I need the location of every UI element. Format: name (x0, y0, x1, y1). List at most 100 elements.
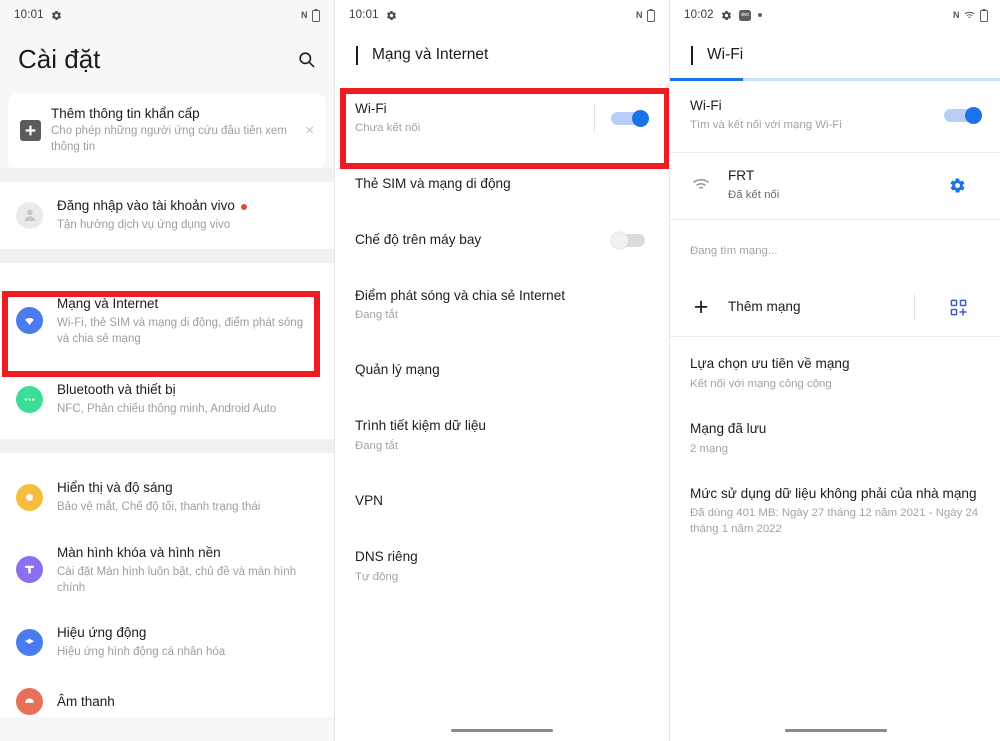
back-chevron-icon[interactable] (353, 46, 358, 65)
network-item-manage[interactable]: Quản lý mạng (335, 341, 669, 399)
network-item-manage-label: Quản lý mạng (355, 362, 440, 378)
network-item-sim[interactable]: Thẻ SIM và mạng di động (335, 157, 669, 211)
connections-group: Mạng và Internet Wi-Fi, thẻ SIM và mạng … (0, 262, 334, 440)
display-brightness-icon (16, 483, 43, 511)
network-item-airplane-label: Chế độ trên máy bay (355, 231, 482, 247)
sidebar-item-lockscreen-subtitle: Cài đặt Màn hình luôn bật, chủ đề và màn… (57, 565, 297, 594)
gear-icon[interactable] (949, 177, 966, 194)
sidebar-item-network-subtitle: Wi-Fi, thẻ SIM và mạng di động, điểm phá… (57, 316, 304, 345)
animation-row-texts: Hiệu ứng động Hiệu ứng hình động cá nhân… (57, 624, 318, 660)
wifi-master-texts: Wi-Fi Tìm và kết nối với mạng Wi-Fi (690, 97, 944, 134)
wifi-icon (964, 11, 975, 20)
wifi-header: Wi-Fi (670, 30, 1000, 78)
dns-row-texts: DNS riêng Tự động (355, 548, 649, 585)
sidebar-item-bluetooth[interactable]: Bluetooth và thiết bị NFC, Phản chiếu th… (0, 364, 334, 434)
wifi-network-texts: FRT Đã kết nối (728, 167, 933, 204)
account-row[interactable]: Đăng nhập vào tài khoản vivo Tận hưởng d… (0, 184, 334, 247)
settings-screen: 10:01 N Cài đặt Thêm thông tin khẩn cấp … (0, 0, 334, 741)
network-item-datasaver-label: Trình tiết kiệm dữ liệu (355, 418, 486, 434)
add-network-row[interactable]: + Thêm mạng (670, 282, 1000, 336)
close-icon[interactable]: × (299, 123, 314, 138)
add-network-label: Thêm mạng (728, 299, 801, 315)
row-divider (594, 103, 595, 134)
section-divider (0, 168, 334, 183)
saved-texts: Mạng đã lưu 2 mạng (690, 420, 982, 457)
network-item-vpn[interactable]: VPN (335, 472, 669, 530)
wifi-toggle[interactable] (611, 110, 649, 128)
wifi-option-preferences[interactable]: Lựa chọn ưu tiên về mạng Kết nối với mạn… (670, 337, 1000, 406)
animation-effects-icon (16, 628, 43, 656)
wifi-master-label: Wi-Fi (690, 98, 722, 113)
wifi-scanning-row: Đang tìm mạng... (670, 220, 1000, 282)
account-group: Đăng nhập vào tài khoản vivo Tận hưởng d… (0, 182, 334, 249)
emergency-card-subtitle: Cho phép những người ứng cứu đầu tiên xe… (51, 125, 287, 154)
sidebar-item-network[interactable]: Mạng và Internet Wi-Fi, thẻ SIM và mạng … (0, 278, 334, 365)
scanning-progress-bar (670, 78, 1000, 81)
network-item-wifi-label: Wi-Fi (355, 101, 387, 116)
gear-icon (51, 10, 62, 21)
airplane-row-texts: Chế độ trên máy bay (355, 231, 611, 249)
gear-icon (386, 10, 397, 21)
network-item-hotspot-subtitle: Đang tắt (355, 309, 399, 322)
account-row-subtitle: Tận hưởng dịch vụ ứng dụng vivo (57, 219, 231, 232)
sidebar-item-display[interactable]: Hiển thị và độ sáng Bảo vệ mắt, Chế độ t… (0, 465, 334, 530)
wifi-option-preferences-label: Lựa chọn ưu tiên về mạng (690, 356, 850, 372)
wifi-header-title: Wi-Fi (707, 46, 744, 63)
status-bar: 10:01 N (0, 0, 334, 30)
network-item-wifi[interactable]: Wi-Fi Chưa kết nối (335, 82, 669, 157)
wifi-master-subtitle: Tìm và kết nối với mạng Wi-Fi (690, 119, 842, 132)
emergency-plus-icon (20, 120, 41, 142)
notification-badge-dot (240, 203, 247, 210)
wifi-signal-icon (690, 178, 712, 192)
network-item-hotspot[interactable]: Điểm phát sóng và chia sẻ Internet Đang … (335, 269, 669, 342)
wifi-option-saved[interactable]: Mạng đã lưu 2 mạng (670, 406, 1000, 471)
preferences-texts: Lựa chọn ưu tiên về mạng Kết nối với mạn… (690, 355, 982, 392)
sidebar-item-bluetooth-label: Bluetooth và thiết bị (57, 381, 176, 397)
qr-scan-icon[interactable] (949, 298, 968, 317)
network-item-datasaver[interactable]: Trình tiết kiệm dữ liệu Đang tắt (335, 399, 669, 472)
sidebar-item-sound[interactable]: Âm thanh (0, 674, 334, 716)
sidebar-item-display-subtitle: Bảo vệ mắt, Chế độ tối, thanh trạng thái (57, 501, 261, 514)
wifi-row-texts: Wi-Fi Chưa kết nối (355, 100, 590, 137)
emergency-info-card[interactable]: Thêm thông tin khẩn cấp Cho phép những n… (8, 93, 326, 169)
wifi-network-status: Đã kết nối (728, 189, 780, 202)
airplane-mode-toggle[interactable] (611, 231, 649, 249)
sidebar-item-network-label: Mạng và Internet (57, 295, 159, 311)
section-divider-3 (0, 439, 334, 454)
sidebar-item-animation[interactable]: Hiệu ứng động Hiệu ứng hình động cá nhân… (0, 609, 334, 675)
progress-fill (670, 78, 744, 81)
network-item-dns[interactable]: DNS riêng Tự động (335, 530, 669, 603)
network-item-dns-subtitle: Tự động (355, 570, 399, 583)
wifi-option-saved-label: Mạng đã lưu (690, 421, 767, 437)
back-chevron-icon[interactable] (688, 46, 693, 65)
dot-icon (757, 13, 762, 17)
bluetooth-devices-icon (16, 385, 43, 413)
page-title-bar: Cài đặt (0, 30, 334, 93)
manage-row-texts: Quản lý mạng (355, 361, 649, 379)
wifi-option-preferences-subtitle: Kết nối với mạng công cộng (690, 377, 832, 390)
wifi-option-datausage-label: Mức sử dụng dữ liệu không phải của nhà m… (690, 485, 977, 501)
emergency-card-texts: Thêm thông tin khẩn cấp Cho phép những n… (51, 106, 289, 155)
status-bar-time-3: 10:02 (684, 9, 714, 21)
sidebar-item-lockscreen[interactable]: Màn hình khóa và hình nền Cài đặt Màn hì… (0, 529, 334, 610)
status-bar-time: 10:01 (14, 9, 44, 21)
display-row-texts: Hiển thị và độ sáng Bảo vệ mắt, Chế độ t… (57, 479, 318, 515)
plus-icon: + (693, 292, 709, 321)
sidebar-item-bluetooth-subtitle: NFC, Phản chiếu thông minh, Android Auto (57, 403, 277, 416)
search-icon[interactable] (297, 50, 316, 69)
network-internet-screen: 10:01 N Mạng và Internet Wi-Fi Chưa kết … (334, 0, 669, 741)
wifi-network-row[interactable]: FRT Đã kết nối (670, 153, 1000, 220)
account-avatar-icon (16, 201, 43, 229)
add-network-divider (914, 294, 915, 321)
sidebar-item-lockscreen-label: Màn hình khóa và hình nền (57, 544, 221, 560)
scrollbar[interactable] (666, 86, 668, 144)
wifi-option-datausage[interactable]: Mức sử dụng dữ liệu không phải của nhà m… (670, 471, 1000, 551)
wifi-option-saved-subtitle: 2 mạng (690, 442, 728, 455)
lockscreen-row-texts: Màn hình khóa và hình nền Cài đặt Màn hì… (57, 544, 318, 596)
wifi-master-toggle[interactable] (944, 107, 982, 125)
network-item-airplane[interactable]: Chế độ trên máy bay (335, 211, 669, 269)
account-row-title: Đăng nhập vào tài khoản vivo (57, 197, 318, 215)
battery-icon (980, 8, 988, 22)
wifi-master-row[interactable]: Wi-Fi Tìm và kết nối với mạng Wi-Fi (670, 81, 1000, 152)
sound-icon (16, 688, 43, 716)
